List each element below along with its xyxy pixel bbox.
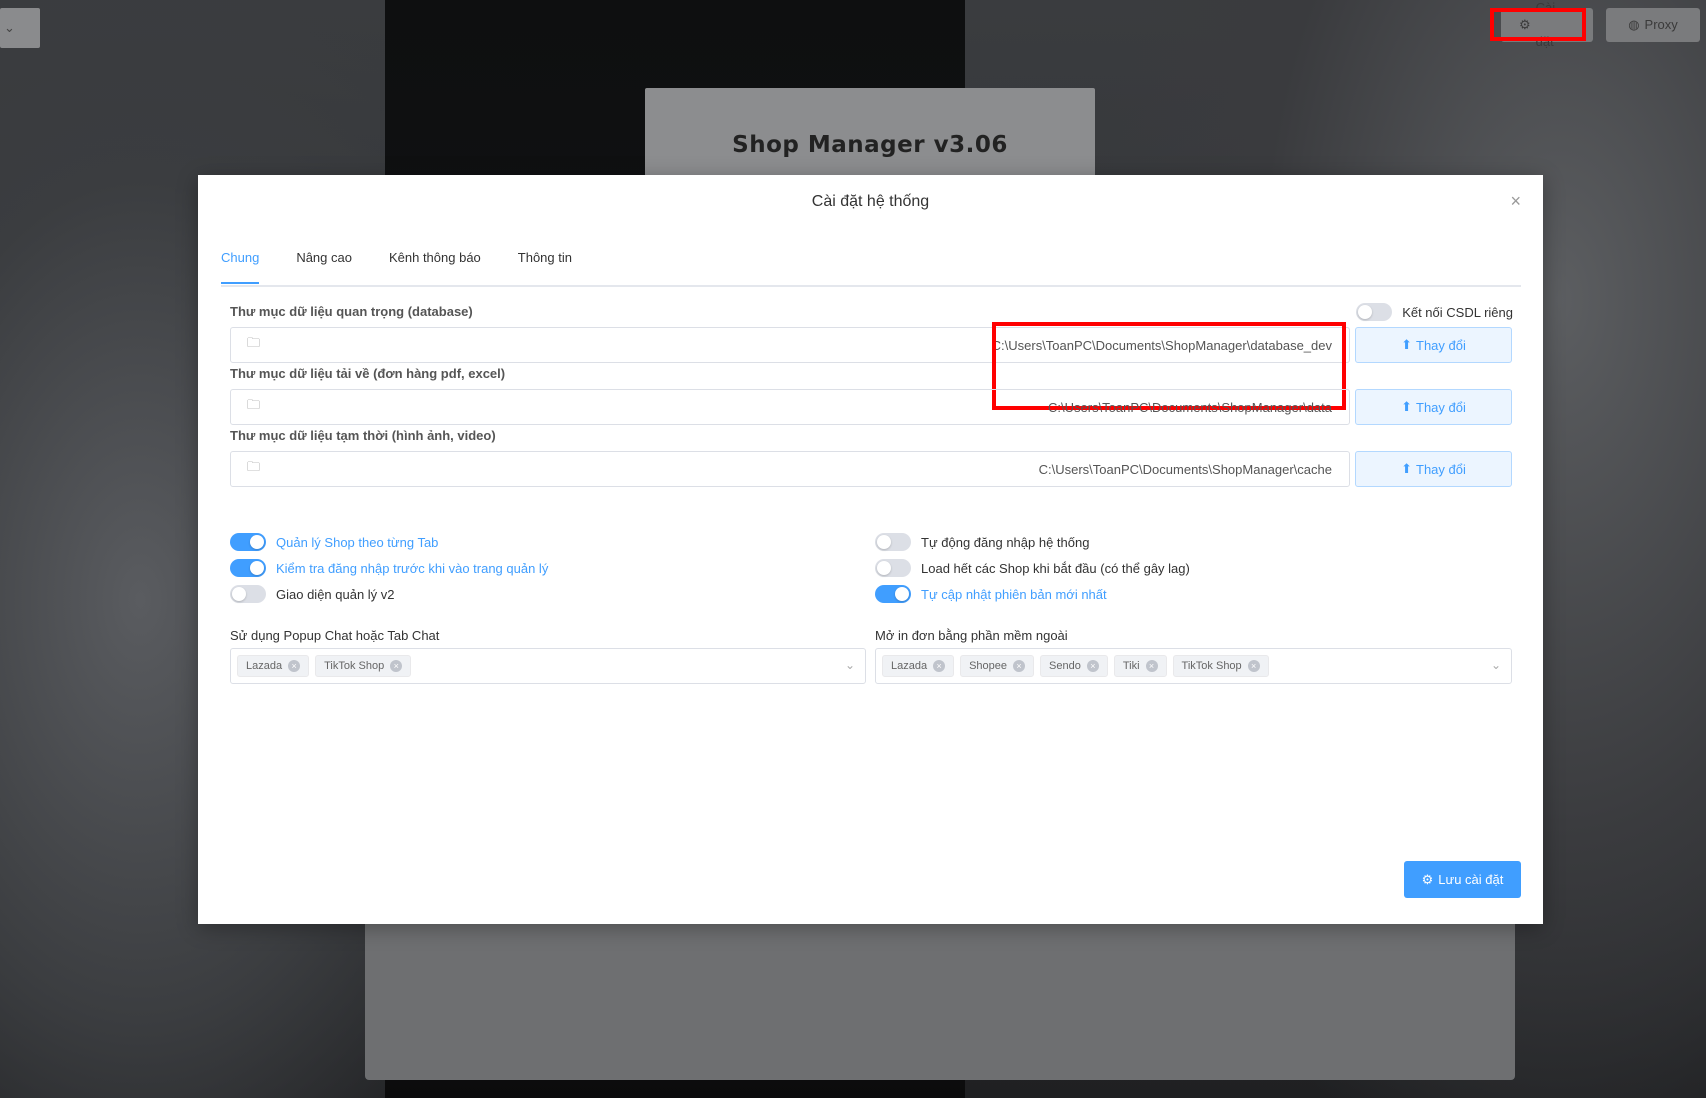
tab-advanced[interactable]: Nâng cao: [296, 247, 352, 282]
proxy-button-label: Proxy: [1644, 17, 1678, 32]
tag-tiktok-shop: TikTok Shop ×: [1172, 655, 1269, 677]
change-database-folder-button[interactable]: ⬆ Thay đổi: [1355, 327, 1512, 363]
settings-button[interactable]: ⚙ Cài đặt: [1501, 0, 1593, 49]
change-download-folder-button[interactable]: ⬆ Thay đổi: [1355, 389, 1512, 425]
cache-folder-input[interactable]: 🗀 C:\Users\ToanPC\Documents\ShopManager\…: [230, 451, 1350, 487]
tag-lazada: Lazada ×: [237, 655, 310, 677]
close-icon[interactable]: ×: [1247, 660, 1260, 672]
gear-icon: ⚙: [1421, 871, 1434, 887]
tag-label: Sendo: [1049, 660, 1081, 672]
chevron-down-icon: ⌄: [844, 658, 855, 672]
globe-icon: ◍: [1628, 17, 1640, 32]
close-icon[interactable]: ×: [288, 660, 301, 672]
tag-shopee: Shopee ×: [960, 655, 1035, 677]
switch-row-check-login: Kiểm tra đăng nhập trước khi vào trang q…: [230, 559, 548, 577]
tag-sendo: Sendo ×: [1040, 655, 1108, 677]
close-icon[interactable]: ×: [933, 660, 946, 672]
close-icon[interactable]: ×: [390, 660, 403, 672]
load-all-shops-toggle[interactable]: [875, 559, 911, 577]
auto-update-label: Tự cập nhật phiên bản mới nhất: [921, 586, 1107, 602]
close-icon[interactable]: ×: [1013, 660, 1026, 672]
corner-dropdown[interactable]: ⌄: [0, 8, 40, 48]
database-folder-label: Thư mục dữ liệu quan trọng (database): [230, 304, 473, 319]
auto-login-label: Tự động đăng nhập hệ thống: [921, 534, 1090, 550]
upload-icon: ⬆: [1401, 337, 1413, 352]
gear-icon: ⚙: [1519, 17, 1531, 32]
tag-label: Shopee: [969, 660, 1008, 672]
close-icon[interactable]: ×: [1086, 660, 1099, 672]
folder-icon: 🗀: [247, 459, 261, 474]
change-button-label: Thay đổi: [1416, 399, 1466, 415]
auto-login-toggle[interactable]: [875, 533, 911, 551]
cache-folder-label: Thư mục dữ liệu tạm thời (hình ảnh, vide…: [230, 428, 496, 443]
download-folder-path: C:\Users\ToanPC\Documents\ShopManager\da…: [1048, 399, 1332, 415]
folder-icon: 🗀: [247, 335, 261, 350]
save-settings-label: Lưu cài đặt: [1438, 872, 1504, 887]
print-multi-select[interactable]: Lazada × Shopee × Sendo × Tiki × TikTok Shop…: [875, 648, 1512, 684]
chat-multi-select[interactable]: Lazada × TikTok Shop × ⌄: [230, 648, 866, 684]
settings-button-label: Cài đặt: [1535, 0, 1556, 49]
check-login-label: Kiểm tra đăng nhập trước khi vào trang q…: [276, 560, 549, 576]
cache-folder-path: C:\Users\ToanPC\Documents\ShopManager\ca…: [1038, 461, 1332, 477]
tab-info[interactable]: Thông tin: [518, 247, 572, 282]
download-folder-label: Thư mục dữ liệu tải về (đơn hàng pdf, ex…: [230, 366, 506, 381]
close-icon[interactable]: ×: [1145, 660, 1158, 672]
settings-modal: Cài đặt hệ thống × Chung Nâng cao Kênh t…: [198, 175, 1543, 924]
tag-tiktok-shop: TikTok Shop ×: [315, 655, 412, 677]
database-folder-input[interactable]: 🗀 C:\Users\ToanPC\Documents\ShopManager\…: [230, 327, 1350, 363]
folder-icon: 🗀: [247, 397, 261, 412]
switch-row-auto-login: Tự động đăng nhập hệ thống: [875, 533, 1089, 551]
upload-icon: ⬆: [1401, 399, 1413, 414]
auto-update-toggle[interactable]: [875, 585, 911, 603]
private-db-row: Kết nối CSDL riêng: [1356, 303, 1513, 321]
save-settings-button[interactable]: ⚙ Lưu cài đặt: [1404, 861, 1521, 898]
switch-row-load-all-shops: Load hết các Shop khi bắt đầu (có thể gâ…: [875, 559, 1190, 577]
ui-v2-toggle[interactable]: [230, 585, 266, 603]
database-folder-path: C:\Users\ToanPC\Documents\ShopManager\da…: [991, 337, 1332, 353]
chevron-down-icon: ⌄: [1490, 658, 1501, 672]
chevron-down-icon: ⌄: [4, 20, 15, 35]
private-db-toggle[interactable]: [1356, 303, 1393, 321]
modal-title: Cài đặt hệ thống: [811, 193, 930, 210]
upload-icon: ⬆: [1401, 461, 1413, 476]
check-login-toggle[interactable]: [230, 559, 266, 577]
chat-select-label: Sử dụng Popup Chat hoặc Tab Chat: [230, 628, 440, 643]
switch-row-auto-update: Tự cập nhật phiên bản mới nhất: [875, 585, 1107, 603]
switch-row-ui-v2: Giao diện quản lý v2: [230, 585, 395, 603]
manage-by-tab-label: Quản lý Shop theo từng Tab: [276, 534, 439, 550]
tag-tiki: Tiki ×: [1113, 655, 1167, 677]
change-button-label: Thay đổi: [1416, 337, 1466, 353]
tab-general[interactable]: Chung: [221, 247, 260, 284]
ui-v2-label: Giao diện quản lý v2: [276, 586, 395, 602]
app-title: Shop Manager v3.06: [732, 132, 1008, 158]
tab-bar: Chung Nâng cao Kênh thông báo Thông tin: [221, 247, 1521, 287]
background-screen: [365, 900, 1515, 1080]
tag-lazada: Lazada ×: [882, 655, 955, 677]
private-db-label: Kết nối CSDL riêng: [1402, 304, 1513, 320]
proxy-button[interactable]: ◍ Proxy: [1606, 8, 1700, 42]
tab-notification-channels[interactable]: Kênh thông báo: [389, 247, 481, 282]
manage-by-tab-toggle[interactable]: [230, 533, 266, 551]
tag-label: Tiki: [1122, 660, 1140, 672]
switch-row-manage-by-tab: Quản lý Shop theo từng Tab: [230, 533, 438, 551]
tag-label: Lazada: [246, 660, 283, 672]
tag-label: TikTok Shop: [324, 660, 385, 672]
change-button-label: Thay đổi: [1416, 461, 1466, 477]
tag-label: TikTok Shop: [1181, 660, 1242, 672]
download-folder-input[interactable]: 🗀 C:\Users\ToanPC\Documents\ShopManager\…: [230, 389, 1350, 425]
load-all-shops-label: Load hết các Shop khi bắt đầu (có thể gâ…: [921, 560, 1190, 576]
tag-label: Lazada: [891, 660, 928, 672]
change-cache-folder-button[interactable]: ⬆ Thay đổi: [1355, 451, 1512, 487]
close-icon[interactable]: ×: [1510, 191, 1521, 212]
print-select-label: Mở in đơn bằng phần mềm ngoài: [875, 628, 1068, 643]
